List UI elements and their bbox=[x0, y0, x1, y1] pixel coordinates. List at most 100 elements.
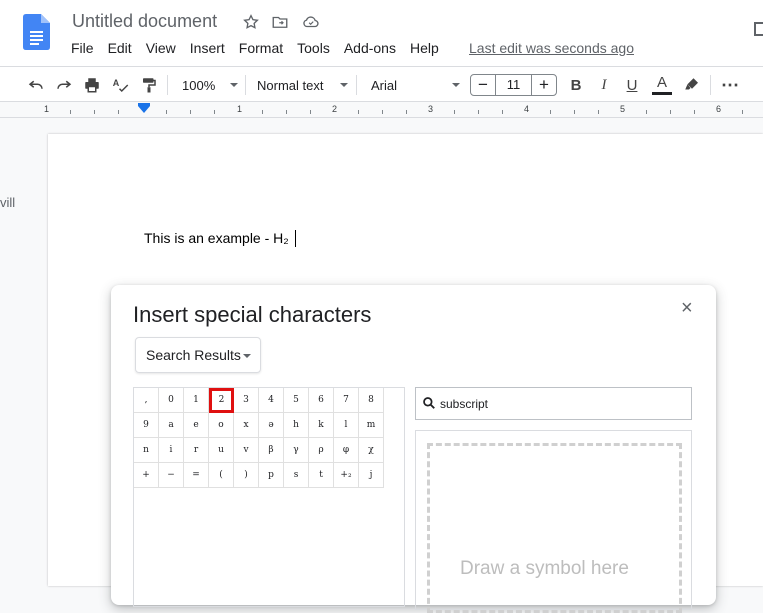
ruler-label: 3 bbox=[428, 104, 434, 114]
char-cell[interactable]: ə bbox=[259, 413, 284, 438]
char-cell[interactable]: n bbox=[134, 438, 159, 463]
ruler-tick bbox=[286, 110, 287, 114]
char-cell[interactable]: l bbox=[334, 413, 359, 438]
char-cell[interactable]: 8 bbox=[359, 388, 384, 413]
ruler-tick bbox=[190, 110, 191, 114]
last-edit-link[interactable]: Last edit was seconds ago bbox=[469, 39, 634, 57]
char-cell[interactable]: j bbox=[359, 463, 384, 488]
print-icon[interactable] bbox=[80, 74, 104, 96]
decrease-font-size-button[interactable]: − bbox=[470, 74, 496, 96]
menu-tools[interactable]: Tools bbox=[290, 39, 337, 57]
close-icon[interactable]: × bbox=[681, 298, 693, 318]
redo-icon[interactable] bbox=[52, 74, 76, 96]
char-cell[interactable]: x bbox=[234, 413, 259, 438]
ruler-label: 2 bbox=[332, 104, 338, 114]
menu-file[interactable]: File bbox=[64, 39, 101, 57]
more-options-icon[interactable]: ⋯ bbox=[718, 74, 742, 96]
char-cell[interactable]: v bbox=[234, 438, 259, 463]
char-cell[interactable]: 6 bbox=[309, 388, 334, 413]
font-select[interactable]: Arial bbox=[364, 74, 460, 96]
menu-add-ons[interactable]: Add-ons bbox=[337, 39, 403, 57]
char-cell[interactable]: s bbox=[284, 463, 309, 488]
star-icon[interactable] bbox=[242, 13, 260, 31]
char-cell[interactable]: +₂ bbox=[334, 463, 359, 488]
char-cell[interactable]: e bbox=[184, 413, 209, 438]
char-cell[interactable]: 0 bbox=[159, 388, 184, 413]
ruler-tick bbox=[166, 110, 167, 114]
char-cell[interactable]: β bbox=[259, 438, 284, 463]
chevron-down-icon bbox=[452, 83, 460, 87]
style-value: Normal text bbox=[257, 77, 324, 93]
spellcheck-icon[interactable]: A bbox=[109, 74, 133, 96]
font-size-input[interactable]: 11 bbox=[495, 74, 532, 96]
char-cell[interactable]: h bbox=[284, 413, 309, 438]
char-cell[interactable]: t bbox=[309, 463, 334, 488]
undo-icon[interactable] bbox=[24, 74, 48, 96]
char-cell[interactable]: 9 bbox=[134, 413, 159, 438]
menu-bar: File Edit View Insert Format Tools Add-o… bbox=[64, 39, 446, 57]
highlight-color-icon[interactable] bbox=[680, 74, 704, 96]
bold-icon[interactable]: B bbox=[565, 74, 587, 96]
docs-logo-icon[interactable] bbox=[23, 14, 50, 50]
char-cell[interactable]: ρ bbox=[309, 438, 334, 463]
menu-view[interactable]: View bbox=[139, 39, 183, 57]
move-to-folder-icon[interactable] bbox=[271, 13, 289, 31]
special-characters-dialog: Insert special characters × Search Resul… bbox=[111, 285, 716, 613]
char-cell[interactable]: 3 bbox=[234, 388, 259, 413]
ruler-tick bbox=[406, 110, 407, 114]
char-cell[interactable]: − bbox=[159, 463, 184, 488]
char-cell[interactable]: φ bbox=[334, 438, 359, 463]
document-title[interactable]: Untitled document bbox=[72, 11, 217, 32]
text-color-icon[interactable]: A bbox=[650, 74, 674, 96]
ruler-label: 1 bbox=[44, 104, 50, 114]
underline-icon[interactable]: U bbox=[621, 74, 643, 96]
char-cell[interactable]: r bbox=[184, 438, 209, 463]
character-grid: , 0 1 2 3 4 5 6 7 8 9 a e o x ə h k l m n i r u v β γ ρ φ χ + − =() p s t +₂… bbox=[133, 387, 405, 607]
menu-edit[interactable]: Edit bbox=[101, 39, 139, 57]
char-cell-selected[interactable]: 2 bbox=[209, 388, 234, 413]
zoom-select[interactable]: 100% bbox=[176, 74, 238, 96]
menu-format[interactable]: Format bbox=[232, 39, 290, 57]
menu-help[interactable]: Help bbox=[403, 39, 446, 57]
style-select[interactable]: Normal text bbox=[252, 74, 348, 96]
char-cell[interactable]: i bbox=[159, 438, 184, 463]
category-dropdown[interactable]: Search Results bbox=[135, 337, 261, 373]
char-cell[interactable]: γ bbox=[284, 438, 309, 463]
increase-font-size-button[interactable]: + bbox=[531, 74, 557, 96]
document-body-text[interactable]: This is an example - H₂ bbox=[144, 230, 289, 246]
ruler-tick bbox=[694, 110, 695, 114]
paint-format-icon[interactable] bbox=[137, 74, 161, 96]
char-cell[interactable]: 7 bbox=[334, 388, 359, 413]
char-cell[interactable]: , bbox=[134, 388, 159, 413]
ruler-tick bbox=[382, 110, 383, 114]
char-cell[interactable]: k bbox=[309, 413, 334, 438]
char-cell[interactable]: χ bbox=[359, 438, 384, 463]
toolbar: A 100% Normal text Arial − 11 + B I U A … bbox=[0, 66, 763, 102]
comment-history-icon[interactable] bbox=[754, 22, 763, 36]
italic-icon[interactable]: I bbox=[593, 74, 615, 96]
draw-canvas[interactable]: Draw a symbol here bbox=[427, 443, 682, 613]
char-cell[interactable]: ( bbox=[209, 463, 234, 488]
search-input[interactable]: subscript bbox=[415, 387, 692, 420]
cloud-status-icon[interactable] bbox=[302, 13, 320, 31]
char-cell[interactable]: u bbox=[209, 438, 234, 463]
search-icon bbox=[422, 396, 436, 415]
ruler-tick bbox=[478, 110, 479, 114]
char-cell[interactable]: 5 bbox=[284, 388, 309, 413]
char-cell[interactable]: 1 bbox=[184, 388, 209, 413]
menu-insert[interactable]: Insert bbox=[183, 39, 232, 57]
char-cell[interactable]: 4 bbox=[259, 388, 284, 413]
ruler[interactable]: 1 1 2 3 4 5 6 bbox=[0, 102, 763, 118]
char-cell[interactable]: p bbox=[259, 463, 284, 488]
font-value: Arial bbox=[371, 77, 398, 93]
char-cell[interactable]: m bbox=[359, 413, 384, 438]
char-cell[interactable]: = bbox=[184, 463, 209, 488]
left-indent-marker[interactable] bbox=[138, 106, 150, 113]
char-cell[interactable]: + bbox=[134, 463, 159, 488]
svg-text:A: A bbox=[113, 78, 120, 88]
ruler-tick bbox=[574, 110, 575, 114]
char-cell[interactable]: ) bbox=[234, 463, 259, 488]
header: Untitled document File Edit View Insert … bbox=[0, 0, 763, 66]
char-cell[interactable]: a bbox=[159, 413, 184, 438]
char-cell[interactable]: o bbox=[209, 413, 234, 438]
